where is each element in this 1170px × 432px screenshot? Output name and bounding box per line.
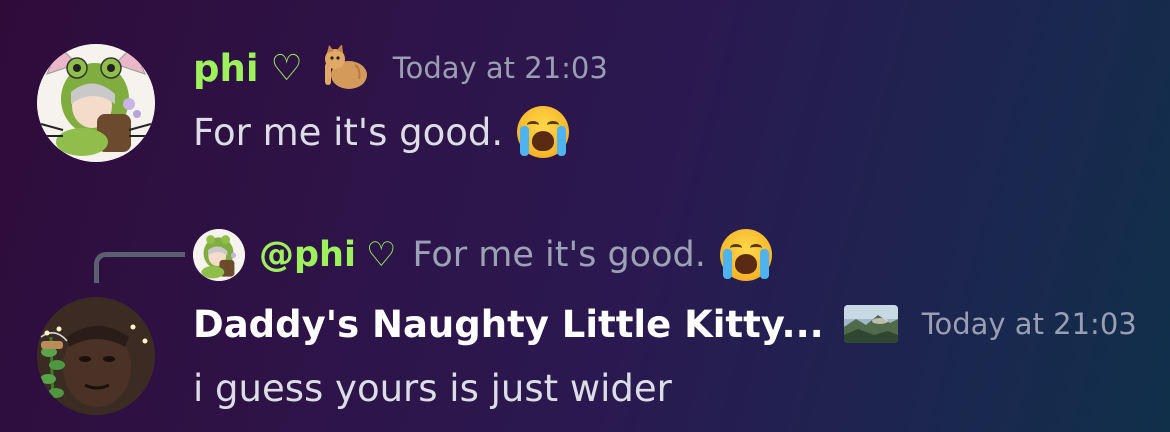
heart-icon: ♡ (365, 235, 397, 275)
message-1-content: For me it's good. (193, 104, 570, 160)
avatar-daddys-naughty-little-kitty[interactable] (37, 297, 155, 415)
landscape-image-icon (843, 305, 898, 343)
timestamp[interactable]: Today at 21:03 (922, 307, 1137, 341)
person-with-vines-avatar-icon (37, 297, 155, 415)
loudly-crying-face-icon (719, 229, 772, 281)
reply-avatar (193, 229, 245, 281)
frog-hood-avatar-icon (193, 229, 245, 281)
reply-preview-text: For me it's good. (412, 235, 706, 275)
heart-icon: ♡ (270, 47, 303, 89)
reply-reference[interactable]: @phi ♡ For me it's good. (193, 228, 772, 282)
reply-connector-line (94, 252, 185, 283)
timestamp[interactable]: Today at 21:03 (393, 51, 608, 85)
frog-hood-avatar-icon (37, 44, 155, 162)
message-text: For me it's good. (193, 110, 504, 154)
message-2-content: i guess yours is just wider (193, 362, 672, 414)
message-text: i guess yours is just wider (193, 366, 672, 410)
message-2-header: Daddy's Naughty Little Kitty... Today at… (193, 296, 1137, 352)
loudly-crying-face-icon (517, 106, 570, 158)
avatar-phi[interactable] (37, 44, 155, 162)
reply-username[interactable]: @phi (259, 235, 356, 275)
cat-sticker-icon (321, 44, 371, 91)
message-1-header: phi ♡ Today at 21:03 (193, 42, 608, 94)
username[interactable]: Daddy's Naughty Little Kitty... (193, 303, 824, 346)
username[interactable]: phi (193, 47, 259, 90)
